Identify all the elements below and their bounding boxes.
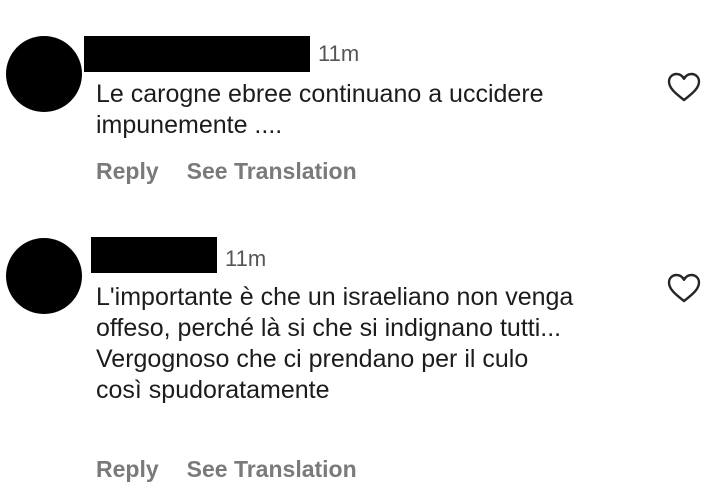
heart-outline-icon[interactable] bbox=[667, 72, 701, 102]
username-redacted[interactable] bbox=[91, 237, 217, 273]
comment-timestamp: 11m bbox=[225, 246, 267, 271]
see-translation-button[interactable]: See Translation bbox=[187, 158, 357, 184]
see-translation-button[interactable]: See Translation bbox=[187, 456, 357, 482]
reply-button[interactable]: Reply bbox=[96, 456, 159, 482]
heart-outline-icon[interactable] bbox=[667, 273, 701, 303]
reply-button[interactable]: Reply bbox=[96, 158, 159, 184]
comment-timestamp: 11m bbox=[318, 41, 360, 66]
comment-text: Le carogne ebree continuano a uccidere i… bbox=[96, 80, 544, 139]
avatar[interactable] bbox=[6, 36, 82, 112]
comment-1: 11m Le carogne ebree continuano a uccide… bbox=[0, 0, 719, 220]
avatar[interactable] bbox=[6, 238, 82, 314]
username-redacted[interactable] bbox=[84, 36, 310, 72]
comment-actions: Reply See Translation bbox=[96, 458, 357, 481]
comment-2: 11m L'importante è che un israeliano non… bbox=[0, 220, 719, 501]
comment-actions: Reply See Translation bbox=[96, 160, 357, 183]
comment-text: L'importante è che un israeliano non ven… bbox=[96, 283, 574, 404]
